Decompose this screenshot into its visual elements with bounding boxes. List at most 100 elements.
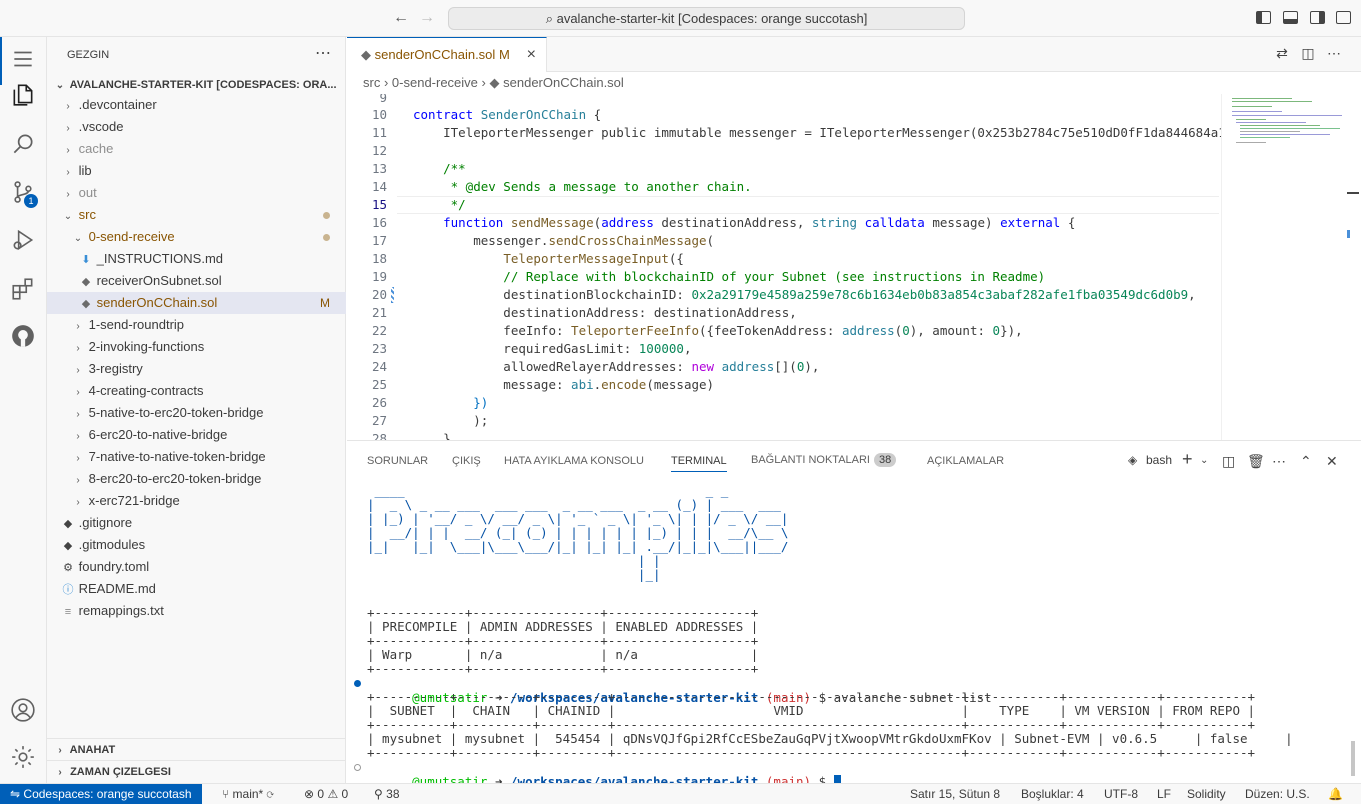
tree-item-label: lib xyxy=(78,163,92,178)
active-view-indicator xyxy=(0,37,2,85)
maximize-panel-icon[interactable]: ⌃ xyxy=(1300,453,1312,470)
editor-scrollbar[interactable] xyxy=(1345,94,1359,440)
tree-folder-cache[interactable]: › cache xyxy=(47,138,346,160)
bell-icon[interactable]: 🔔 xyxy=(1328,784,1343,804)
prettier-status[interactable]: Düzen: U.S. xyxy=(1245,784,1310,804)
end-of-line[interactable]: LF xyxy=(1157,784,1171,804)
github-icon[interactable] xyxy=(9,322,37,350)
minimap-line xyxy=(1236,122,1306,123)
tab-output[interactable]: ÇIKIŞ xyxy=(452,455,481,467)
tab-comments[interactable]: AÇIKLAMALAR xyxy=(927,455,1004,467)
tab-problems[interactable]: SORUNLAR xyxy=(367,455,428,467)
trash-icon[interactable]: 🗑 xyxy=(1247,453,1265,470)
split-terminal-icon[interactable]: ◫ xyxy=(1222,453,1235,470)
tree-folder-1[interactable]: › 1-send-roundtrip xyxy=(47,314,346,336)
tree-file-sender[interactable]: ◆ senderOnCChain.sol M xyxy=(47,292,346,314)
toggle-panel-icon[interactable] xyxy=(1283,11,1298,24)
chevron-right-icon: › xyxy=(76,431,80,442)
add-terminal-icon[interactable]: + xyxy=(1182,449,1193,470)
extensions-icon[interactable] xyxy=(9,275,37,303)
tree-folder-lib[interactable]: › lib xyxy=(47,160,346,182)
outline-section[interactable]: › ANAHAT xyxy=(47,738,346,760)
search-icon[interactable] xyxy=(9,130,37,158)
chevron-right-icon: › xyxy=(66,189,70,200)
ports-status[interactable]: ⚲ 38 xyxy=(374,784,400,804)
tree-item-label: out xyxy=(78,185,97,200)
close-icon[interactable]: × xyxy=(527,38,536,71)
tree-item-label: .devcontainer xyxy=(78,97,157,112)
tab-senderOnCChain[interactable]: ◆ senderOnCChain.sol M × xyxy=(347,37,547,72)
more-actions-icon[interactable]: ⋯ xyxy=(315,43,331,63)
line-number: 21 xyxy=(371,305,387,320)
tree-folder-4[interactable]: › 4-creating-contracts xyxy=(47,380,346,402)
tree-folder-7[interactable]: › 7-native-to-native-token-bridge xyxy=(47,446,346,468)
tree-folder-6[interactable]: › 6-erc20-to-native-bridge xyxy=(47,424,346,446)
command-center[interactable]: ⌕ avalanche-starter-kit [Codespaces: ora… xyxy=(448,7,965,30)
line-number: 13 xyxy=(371,161,387,176)
line-number: 27 xyxy=(371,413,387,428)
tree-folder-vscode[interactable]: › .vscode xyxy=(47,116,346,138)
cursor-position[interactable]: Satır 15, Sütun 8 xyxy=(910,784,1000,804)
tree-file-gitmodules[interactable]: ◆ .gitmodules xyxy=(47,534,346,556)
tree-file-receiver[interactable]: ◆ receiverOnSubnet.sol xyxy=(47,270,346,292)
arrow-right-icon[interactable]: → xyxy=(419,9,435,27)
tree-file-remappings[interactable]: ≡ remappings.txt xyxy=(47,600,346,622)
line-number: 24 xyxy=(371,359,387,374)
toggle-sidebar-icon[interactable] xyxy=(1256,11,1271,24)
line-number: 22 xyxy=(371,323,387,338)
code-editor[interactable]: 9 10 11 12 13 14 15 16 17 18 19 20 21 22… xyxy=(347,94,1355,440)
tree-folder-3[interactable]: › 3-registry xyxy=(47,358,346,380)
split-editor-icon[interactable]: ◫ xyxy=(1299,45,1317,63)
toggle-secondary-sidebar-icon[interactable] xyxy=(1310,11,1325,24)
tab-terminal[interactable]: TERMINAL xyxy=(671,455,727,472)
tree-folder-out[interactable]: › out xyxy=(47,182,346,204)
tree-folder-x[interactable]: › x-erc721-bridge xyxy=(47,490,346,512)
tree-file-foundry[interactable]: ⚙ foundry.toml xyxy=(47,556,346,578)
tree-file-instructions[interactable]: ⬇ _INSTRUCTIONS.md xyxy=(47,248,346,270)
breadcrumb-src[interactable]: src xyxy=(363,75,380,90)
settings-gear-icon[interactable] xyxy=(9,743,37,771)
timeline-section[interactable]: › ZAMAN ÇIZELGESI xyxy=(47,760,346,782)
tree-file-gitignore[interactable]: ◆ .gitignore xyxy=(47,512,346,534)
close-panel-icon[interactable]: ✕ xyxy=(1326,453,1338,470)
terminal-shell-label[interactable]: bash xyxy=(1146,453,1172,467)
terminal-scrollbar[interactable] xyxy=(1351,741,1355,776)
run-debug-icon[interactable] xyxy=(9,226,37,254)
problems-status[interactable]: ⊗ 0 ⚠ 0 xyxy=(304,784,348,804)
arrow-left-icon[interactable]: ← xyxy=(393,9,409,27)
workspace-root-folder[interactable]: ⌄ AVALANCHE-STARTER-KIT [CODESPACES: ORA… xyxy=(47,74,346,96)
tab-ports[interactable]: BAĞLANTI NOKTALARI 38 xyxy=(751,453,897,467)
tree-folder-0-send-receive[interactable]: ⌄ 0-send-receive xyxy=(47,226,346,248)
tree-folder-2[interactable]: › 2-invoking-functions xyxy=(47,336,346,358)
explorer-icon[interactable] xyxy=(9,81,37,109)
breadcrumb-file[interactable]: senderOnCChain.sol xyxy=(503,75,624,90)
more-actions-icon[interactable]: ⋯ xyxy=(1325,45,1343,63)
encoding[interactable]: UTF-8 xyxy=(1104,784,1138,804)
tree-item-label: 8-erc20-to-erc20-token-bridge xyxy=(88,471,262,486)
tree-folder-src[interactable]: ⌄ src xyxy=(47,204,346,226)
compare-changes-icon[interactable]: ⇄ xyxy=(1273,45,1291,63)
blockchain-id-value: 0x2a29179e4589a259e78c6b1634eb0b83a854c3… xyxy=(691,287,1189,302)
tab-debug-console[interactable]: HATA AYIKLAMA KONSOLU xyxy=(504,455,644,467)
line-number: 12 xyxy=(371,143,387,158)
chevron-down-icon[interactable]: ⌄ xyxy=(1200,455,1208,466)
line-number: 14 xyxy=(371,179,387,194)
minimap[interactable] xyxy=(1221,94,1345,440)
tree-folder-5[interactable]: › 5-native-to-erc20-token-bridge xyxy=(47,402,346,424)
tree-folder-8[interactable]: › 8-erc20-to-erc20-token-bridge xyxy=(47,468,346,490)
tree-file-readme[interactable]: ⓘ README.md xyxy=(47,578,346,600)
branch-status[interactable]: ⑂ main* ⟳ xyxy=(222,784,274,804)
workspace-root-label: AVALANCHE-STARTER-KIT [CODESPACES: ORA..… xyxy=(69,79,337,91)
accounts-icon[interactable] xyxy=(9,696,37,724)
scroll-position-marker xyxy=(1347,192,1359,194)
customize-layout-icon[interactable] xyxy=(1336,11,1351,24)
more-actions-icon[interactable]: ⋯ xyxy=(1272,453,1286,470)
language-mode[interactable]: Solidity xyxy=(1187,784,1226,804)
breadcrumb-folder[interactable]: 0-send-receive xyxy=(392,75,478,90)
tree-folder-devcontainer[interactable]: › .devcontainer xyxy=(47,94,346,116)
tree-item-label: x-erc721-bridge xyxy=(88,493,180,508)
tree-item-label: 1-send-roundtrip xyxy=(88,317,185,332)
remote-indicator[interactable]: ⇋ Codespaces: orange succotash xyxy=(0,784,202,804)
indentation[interactable]: Boşluklar: 4 xyxy=(1021,784,1084,804)
menu-icon[interactable] xyxy=(9,45,37,73)
